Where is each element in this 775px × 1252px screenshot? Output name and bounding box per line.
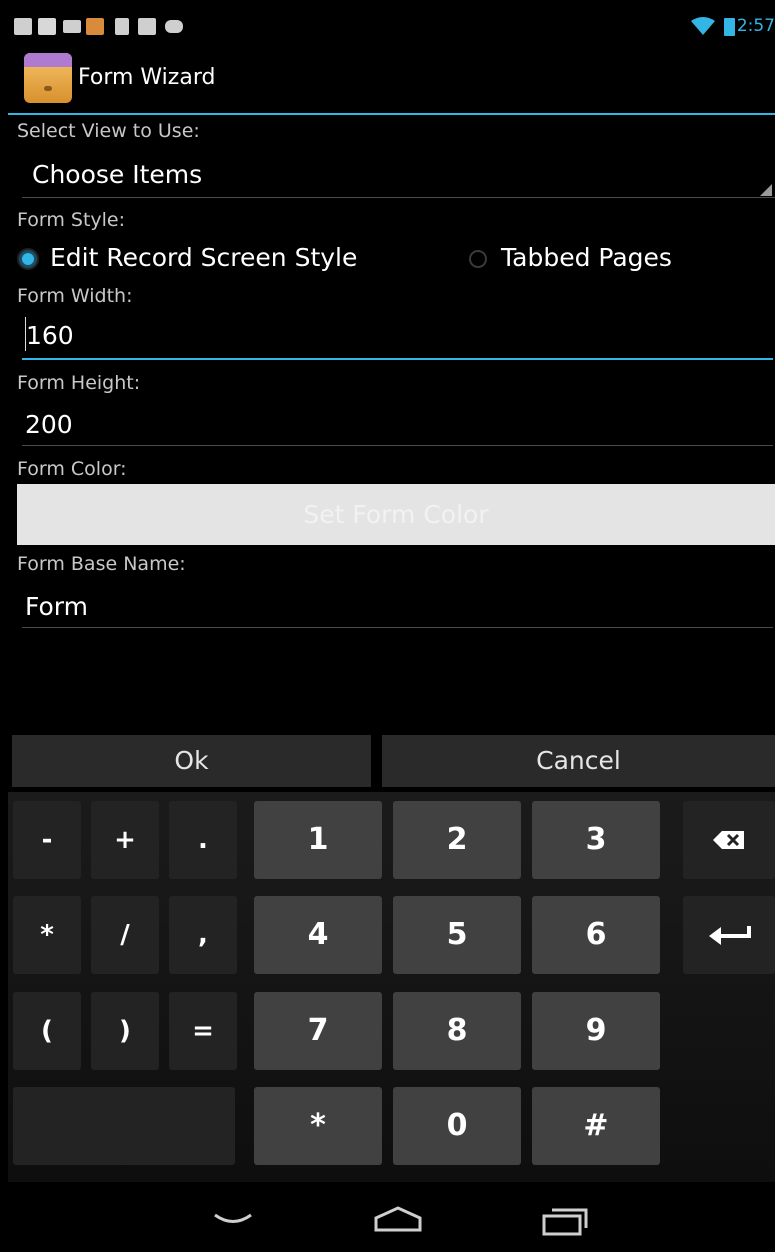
- key-5[interactable]: 5: [393, 896, 521, 974]
- key-9[interactable]: 9: [532, 992, 660, 1070]
- key-star[interactable]: *: [254, 1087, 382, 1165]
- radio-tabbed-pages[interactable]: Tabbed Pages: [466, 241, 766, 277]
- radio-edit-record[interactable]: Edit Record Screen Style: [17, 241, 437, 277]
- home-icon[interactable]: [374, 1206, 422, 1232]
- key-close-paren[interactable]: ): [91, 992, 159, 1070]
- key-minus[interactable]: -: [13, 801, 81, 879]
- clock: 2:57: [736, 16, 775, 36]
- key-0[interactable]: 0: [393, 1087, 521, 1165]
- key-open-paren[interactable]: (: [13, 992, 81, 1070]
- ok-button[interactable]: Ok: [12, 735, 371, 787]
- form-width-value: 160: [26, 321, 74, 350]
- key-comma[interactable]: ,: [169, 896, 237, 974]
- key-3[interactable]: 3: [532, 801, 660, 879]
- set-form-color-button[interactable]: Set Form Color: [17, 484, 775, 545]
- app-icon: [86, 18, 104, 35]
- back-icon[interactable]: [213, 1212, 253, 1228]
- spinner-arrow-icon: [760, 184, 772, 196]
- image-icon: [14, 18, 32, 35]
- form-base-name-value: Form: [25, 592, 88, 621]
- form-height-value: 200: [25, 410, 73, 439]
- key-6[interactable]: 6: [532, 896, 660, 974]
- key-2[interactable]: 2: [393, 801, 521, 879]
- key-equals[interactable]: =: [169, 992, 237, 1070]
- backspace-key[interactable]: [683, 801, 775, 879]
- radio-edit-record-label: Edit Record Screen Style: [50, 243, 358, 272]
- enter-key[interactable]: [683, 896, 775, 974]
- download-icon: [115, 18, 129, 35]
- ok-label: Ok: [174, 746, 209, 775]
- key-8[interactable]: 8: [393, 992, 521, 1070]
- key-1[interactable]: 1: [254, 801, 382, 879]
- form-height-label: Form Height:: [17, 372, 141, 394]
- space-key[interactable]: [13, 1087, 235, 1165]
- form-height-field[interactable]: 200: [22, 400, 773, 446]
- select-view-spinner[interactable]: Choose Items: [22, 150, 775, 198]
- key-4[interactable]: 4: [254, 896, 382, 974]
- status-bar: 2:57: [8, 8, 775, 45]
- radio-tabbed-pages-label: Tabbed Pages: [501, 243, 672, 272]
- android-icon: [165, 20, 183, 33]
- form-width-field[interactable]: 160: [22, 313, 773, 360]
- battery-icon: [724, 18, 735, 36]
- page-title: Form Wizard: [78, 65, 216, 90]
- radio-off-icon: [469, 250, 487, 268]
- mail-icon: [63, 20, 81, 33]
- drawer-icon[interactable]: [24, 53, 72, 103]
- key-hash[interactable]: #: [532, 1087, 660, 1165]
- backspace-icon: [713, 831, 744, 849]
- select-view-label: Select View to Use:: [17, 120, 200, 142]
- shop-icon: [138, 18, 156, 35]
- cancel-label: Cancel: [536, 746, 621, 775]
- action-bar: Form Wizard: [8, 45, 775, 115]
- cancel-button[interactable]: Cancel: [382, 735, 775, 787]
- key-7[interactable]: 7: [254, 992, 382, 1070]
- recent-apps-icon[interactable]: [542, 1206, 588, 1236]
- key-slash[interactable]: /: [91, 896, 159, 974]
- divider: [22, 445, 773, 446]
- key-period[interactable]: .: [169, 801, 237, 879]
- form-base-name-field[interactable]: Form: [22, 582, 773, 628]
- navigation-bar: [8, 1182, 775, 1252]
- set-form-color-label: Set Form Color: [303, 500, 489, 529]
- wifi-icon: [691, 17, 715, 35]
- enter-icon: [709, 926, 751, 945]
- gmail-icon: [38, 18, 56, 35]
- form-color-label: Form Color:: [17, 458, 127, 480]
- form-style-label: Form Style:: [17, 209, 126, 231]
- key-plus[interactable]: +: [91, 801, 159, 879]
- numeric-keyboard: - + . 1 2 3 * / , 4 5 6 ( ) = 7 8 9 * 0 …: [8, 792, 775, 1182]
- select-view-value: Choose Items: [32, 160, 203, 189]
- key-asterisk[interactable]: *: [13, 896, 81, 974]
- form-width-label: Form Width:: [17, 285, 133, 307]
- radio-on-icon: [19, 250, 37, 268]
- form-base-name-label: Form Base Name:: [17, 553, 186, 575]
- divider: [22, 627, 773, 628]
- divider: [22, 197, 775, 198]
